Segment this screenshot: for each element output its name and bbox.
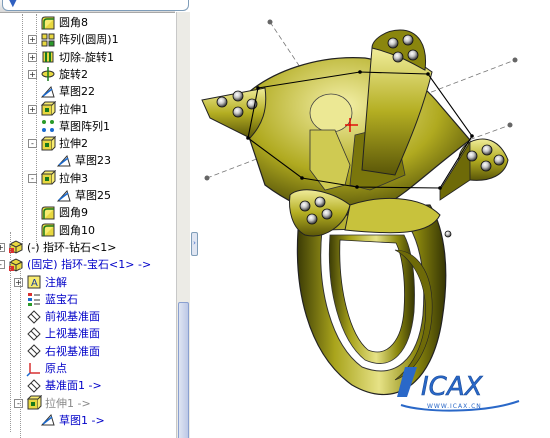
tree-guide-line <box>10 232 11 432</box>
tree-item-21[interactable]: 基准面1 -> <box>26 377 102 394</box>
tree-item-label: 草图22 <box>59 85 95 99</box>
tree-item-7[interactable]: 拉伸2 <box>40 135 88 152</box>
tree-guide-line <box>22 14 23 246</box>
tree-item-label: 基准面1 -> <box>45 379 102 393</box>
tree-expander-15[interactable]: + <box>14 277 23 287</box>
logo-url: WWW.ICAX.CN <box>427 403 482 410</box>
extrude-icon <box>40 169 57 186</box>
revolve-cut-icon <box>40 49 56 65</box>
tree-item-label: 草图1 -> <box>59 413 105 427</box>
tree-item-10[interactable]: 草图25 <box>56 187 111 204</box>
revolve-icon <box>40 66 56 82</box>
tree-item-12[interactable]: 圆角10 <box>40 222 95 239</box>
fillet-icon <box>40 205 56 221</box>
panel-splitter[interactable]: › <box>190 0 198 438</box>
tree-item-1[interactable]: 阵列(圆周)1 <box>40 31 119 48</box>
fillet-icon <box>40 15 56 31</box>
tree-item-15[interactable]: A 注解 <box>26 274 67 291</box>
tree-expander-22[interactable]: - <box>14 398 23 408</box>
tree-filter-box[interactable]: ▼ <box>2 0 189 11</box>
tree-item-label: 切除-旋转1 <box>59 50 114 64</box>
icax-logo: ICAX WWW.ICAX.CN <box>395 365 525 415</box>
tree-item-label: 圆角8 <box>59 16 88 29</box>
plane-icon <box>26 343 42 359</box>
collapse-panel-arrow-icon[interactable]: › <box>191 232 198 256</box>
tree-item-11[interactable]: 圆角9 <box>40 204 88 221</box>
tree-item-3[interactable]: 旋转2 <box>40 66 88 83</box>
filter-icon[interactable]: ▼ <box>9 0 17 9</box>
tree-item-8[interactable]: 草图23 <box>56 152 111 169</box>
tree-item-label: 拉伸3 <box>59 171 88 185</box>
feature-manager-tree: ▼ 圆角8 + 阵列(圆周)1 + 切除-旋转1 + 旋转2 草图22 + 拉伸1 草图阵列1- 拉伸… <box>0 0 191 438</box>
tree-item-label: 原点 <box>45 362 67 375</box>
tree-item-13[interactable]: (-) 指环-钻石<1> <box>8 239 116 256</box>
tree-guide-line <box>36 14 37 246</box>
extrude-icon <box>40 135 57 152</box>
tree-scrollbar[interactable] <box>176 12 190 438</box>
tree-item-17[interactable]: 前视基准面 <box>26 308 100 325</box>
tree-item-label: 圆角9 <box>59 206 88 220</box>
tree-item-label: (固定) 指环-宝石<1> -> <box>27 258 152 272</box>
origin-icon <box>26 361 42 377</box>
tree-item-18[interactable]: 上视基准面 <box>26 325 100 342</box>
sketch-icon <box>40 84 56 100</box>
tree-item-20[interactable]: 原点 <box>26 360 67 377</box>
tree-item-label: 蓝宝石 <box>45 292 78 306</box>
tree-item-14[interactable]: (固定) 指环-宝石<1> -> <box>8 256 151 273</box>
sketch-icon <box>40 412 56 428</box>
fillet-icon <box>40 222 56 238</box>
tree-filter-bar: ▼ <box>0 0 189 13</box>
tree-expander-14[interactable]: - <box>0 260 5 270</box>
tree-item-label: 右视基准面 <box>45 344 100 358</box>
tree-item-label: 草图25 <box>75 189 111 202</box>
annotation-icon: A <box>26 274 42 290</box>
tree-item-label: 注解 <box>45 275 67 289</box>
scrollbar-thumb[interactable] <box>178 302 189 438</box>
tree-item-label: 阵列(圆周)1 <box>59 33 119 47</box>
tree-guide-line <box>20 268 21 438</box>
tree-item-label: (-) 指环-钻石<1> <box>27 240 117 254</box>
tree-item-label: 旋转2 <box>59 67 88 81</box>
tree-item-label: 拉伸1 <box>59 102 88 116</box>
tree-item-label: 上视基准面 <box>45 327 100 341</box>
extrude-icon <box>26 394 43 411</box>
plane-icon <box>26 309 42 325</box>
tree-item-22[interactable]: 拉伸1 -> <box>26 394 91 412</box>
sketch-icon <box>56 188 72 204</box>
tree-item-label: 拉伸2 <box>59 137 88 151</box>
material-icon <box>26 291 42 307</box>
tree-expander-13[interactable]: + <box>0 242 5 252</box>
tree-item-2[interactable]: 切除-旋转1 <box>40 49 114 66</box>
plane-icon <box>26 326 42 342</box>
circular-pattern-icon <box>40 32 56 48</box>
tree-item-19[interactable]: 右视基准面 <box>26 343 100 360</box>
tree-item-label: 圆角10 <box>59 223 95 237</box>
tree-item-4[interactable]: 草图22 <box>40 83 95 100</box>
tree-item-23[interactable]: 草图1 -> <box>40 412 105 429</box>
plane-icon <box>26 378 42 394</box>
tree-item-label: 草图23 <box>75 154 111 168</box>
sketch-icon <box>56 153 72 169</box>
tree-item-label: 前视基准面 <box>45 310 100 324</box>
sketch-pattern-icon <box>40 118 56 134</box>
tree-item-label: 草图阵列1 <box>59 119 110 133</box>
tree-item-0[interactable]: 圆角8 <box>40 14 88 31</box>
svg-text:A: A <box>31 278 38 289</box>
tree-item-6[interactable]: 草图阵列1 <box>40 118 110 135</box>
tree-item-5[interactable]: 拉伸1 <box>40 100 88 118</box>
extrude-icon <box>40 100 57 117</box>
tree-item-label: 拉伸1 -> <box>45 396 91 410</box>
tree-item-9[interactable]: 拉伸3 <box>40 169 88 187</box>
tree-item-16[interactable]: 蓝宝石 <box>26 291 78 308</box>
logo-text: ICAX <box>421 372 484 402</box>
